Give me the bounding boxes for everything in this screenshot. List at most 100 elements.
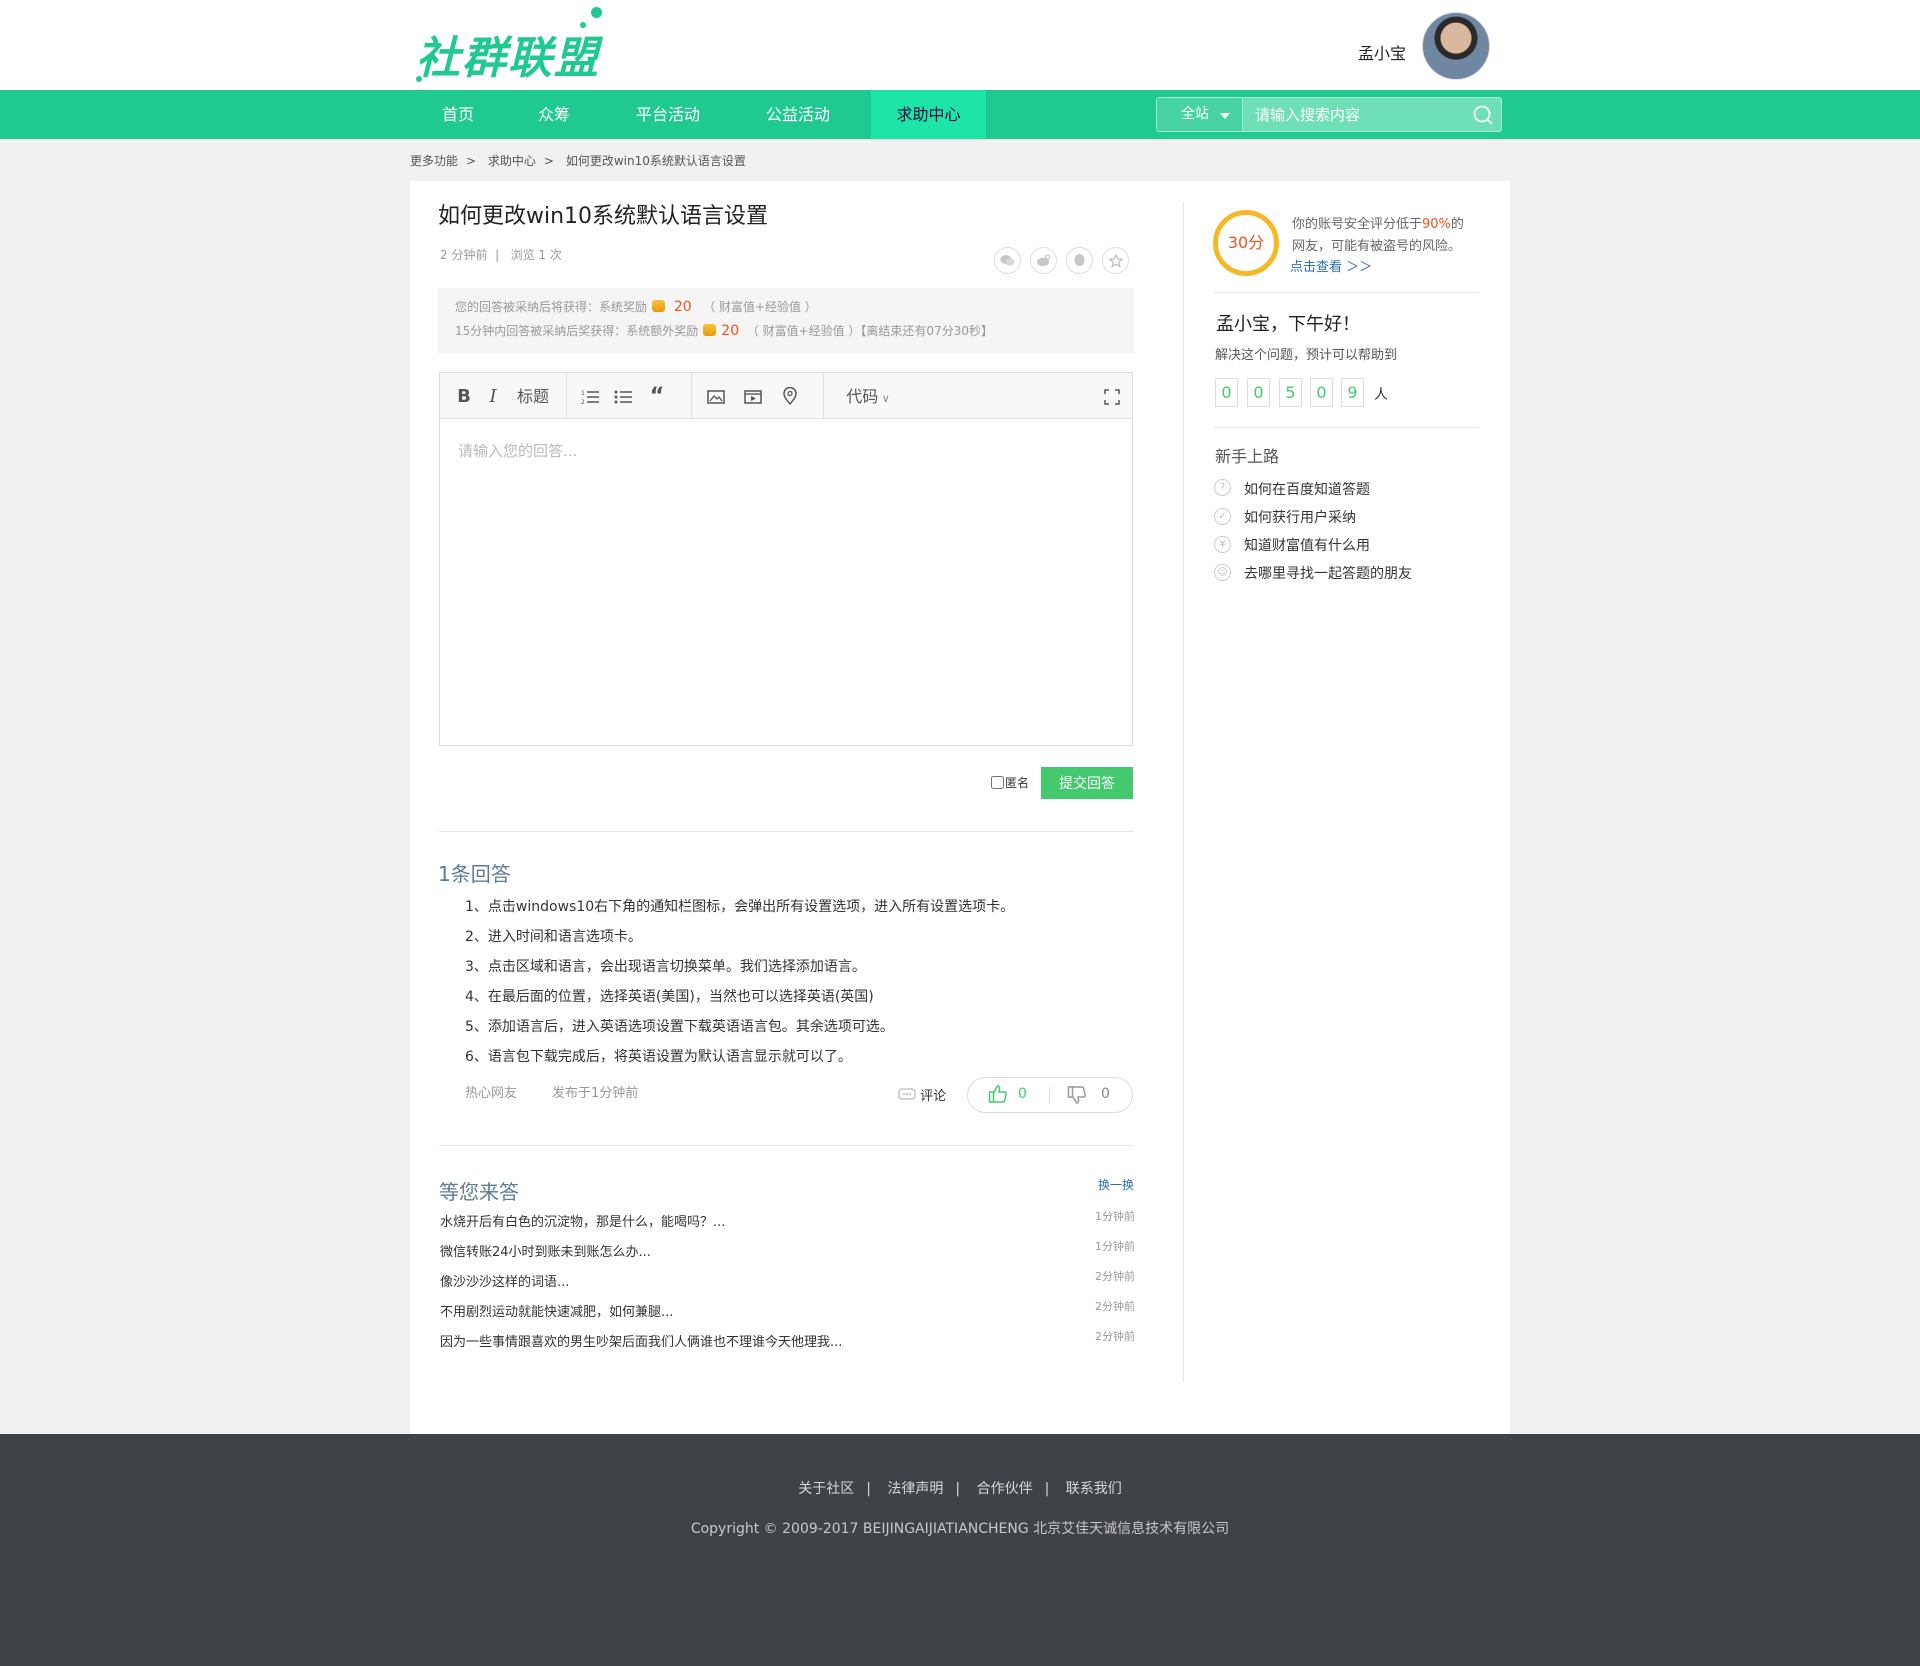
breadcrumb-item[interactable]: 更多功能 bbox=[410, 154, 458, 168]
answer-textarea[interactable] bbox=[441, 420, 1131, 744]
username[interactable]: 孟小宝 bbox=[1358, 40, 1406, 64]
dislike-count: 0 bbox=[1101, 1086, 1110, 1102]
refresh-link[interactable]: 换一换 bbox=[1098, 1176, 1134, 1193]
divider bbox=[439, 1145, 1134, 1146]
answer-step: 6、语言包下载完成后，将英语设置为默认语言显示就可以了。 bbox=[465, 1049, 852, 1065]
copyright: Copyright © 2009-2017 BEIJINGAIJIATIANCH… bbox=[690, 1521, 1230, 1537]
submit-answer-button[interactable]: 提交回答 bbox=[1041, 767, 1133, 799]
guide-link[interactable]: 知道财富值有什么用 bbox=[1244, 535, 1370, 555]
search-scope-select[interactable]: 全站 bbox=[1157, 98, 1243, 131]
toolbar-divider bbox=[823, 373, 824, 419]
nav-home[interactable]: 首页 bbox=[420, 90, 496, 139]
reward-suffix: （ 财富值+经验值 ） bbox=[703, 300, 817, 314]
waiting-question[interactable]: 水烧开后有白色的沉淀物，那是什么，能喝吗？... bbox=[440, 1211, 725, 1230]
security-warning: 你的账号安全评分低于90%的 bbox=[1292, 213, 1464, 232]
check-icon: ✓ bbox=[1214, 508, 1231, 525]
nav-crowdfunding[interactable]: 众筹 bbox=[516, 90, 592, 139]
like-count: 0 bbox=[1018, 1086, 1027, 1102]
anonymous-toggle[interactable]: 匿名 bbox=[991, 774, 1029, 791]
footer-link[interactable]: 关于社区 bbox=[798, 1481, 854, 1497]
fullscreen-icon[interactable] bbox=[1101, 376, 1123, 418]
ordered-list-icon[interactable]: 12 bbox=[578, 376, 602, 418]
vote-divider bbox=[1049, 1087, 1050, 1103]
svg-text:2: 2 bbox=[581, 399, 585, 405]
security-text: 的 bbox=[1450, 217, 1464, 232]
footer-link[interactable]: 法律声明 bbox=[887, 1481, 943, 1497]
nav-charity-activities[interactable]: 公益活动 bbox=[748, 90, 848, 139]
separator: | bbox=[955, 1481, 961, 1497]
favorite-star-icon[interactable] bbox=[1102, 247, 1129, 274]
location-icon[interactable] bbox=[778, 376, 802, 418]
yen-icon: ¥ bbox=[1214, 536, 1231, 553]
nav-help-center[interactable]: 求助中心 bbox=[871, 90, 986, 139]
code-dropdown[interactable]: 代码 ∨ bbox=[838, 376, 898, 418]
thumbs-up-icon[interactable] bbox=[988, 1084, 1008, 1104]
waiting-time: 2分钟前 bbox=[1095, 1300, 1135, 1313]
footer-links: 关于社区 | 法律声明 | 合作伙伴 | 联系我们 bbox=[0, 1478, 1920, 1498]
guide-link[interactable]: 去哪里寻找一起答题的朋友 bbox=[1244, 563, 1412, 583]
breadcrumb-current: 如何更改win10系统默认语言设置 bbox=[565, 154, 746, 168]
image-icon[interactable] bbox=[704, 376, 728, 418]
waiting-question[interactable]: 不用剧烈运动就能快速减肥，如何兼腿... bbox=[440, 1301, 673, 1320]
waiting-question[interactable]: 因为一些事情跟喜欢的男生吵架后面我们人俩谁也不理谁今天他理我... bbox=[440, 1331, 842, 1350]
comment-icon bbox=[898, 1088, 916, 1100]
guide-title: 新手上路 bbox=[1215, 447, 1280, 466]
coin-icon bbox=[652, 300, 666, 312]
bold-button[interactable]: B bbox=[452, 376, 476, 418]
comment-label: 评论 bbox=[920, 1089, 947, 1104]
divider bbox=[1213, 292, 1479, 293]
answer-step: 1、点击windows10右下角的通知栏图标，会弹出所有设置选项，进入所有设置选… bbox=[465, 899, 1015, 915]
code-label: 代码 bbox=[846, 387, 879, 406]
answer-step: 2、进入时间和语言选项卡。 bbox=[465, 929, 642, 945]
search-input[interactable] bbox=[1244, 98, 1469, 131]
security-warning-2: 网友，可能有被盗号的风险。 bbox=[1292, 239, 1462, 254]
guide-link[interactable]: 如何在百度知道答题 bbox=[1244, 479, 1370, 499]
waiting-question[interactable]: 微信转账24小时到账未到账怎么办... bbox=[440, 1241, 651, 1260]
help-digit: 0 bbox=[1310, 378, 1333, 407]
divider bbox=[439, 831, 1134, 832]
quote-icon[interactable]: “ bbox=[645, 376, 669, 418]
help-digit: 9 bbox=[1341, 378, 1364, 407]
thumbs-down-icon[interactable] bbox=[1067, 1085, 1087, 1105]
footer bbox=[0, 1434, 1920, 1666]
waiting-time: 2分钟前 bbox=[1095, 1330, 1135, 1343]
breadcrumb: 更多功能 > 求助中心 > 如何更改win10系统默认语言设置 bbox=[410, 152, 754, 169]
answer-author[interactable]: 热心网友 bbox=[465, 1082, 517, 1101]
nav-platform-activities[interactable]: 平台活动 bbox=[618, 90, 718, 139]
qq-icon[interactable] bbox=[1066, 247, 1093, 274]
header bbox=[0, 0, 1920, 90]
guide-link[interactable]: 如何获行用户采纳 bbox=[1244, 507, 1356, 527]
weibo-icon[interactable] bbox=[1030, 247, 1057, 274]
breadcrumb-item[interactable]: 求助中心 bbox=[488, 154, 536, 168]
chevron-down-icon bbox=[1220, 113, 1230, 119]
anonymous-label: 匿名 bbox=[1005, 776, 1030, 790]
reward-text: 您的回答被采纳后将获得：系统奖励 bbox=[455, 300, 648, 314]
avatar[interactable] bbox=[1422, 12, 1490, 80]
search-icon[interactable] bbox=[1472, 104, 1494, 126]
anonymous-checkbox[interactable] bbox=[991, 776, 1004, 789]
toolbar-divider bbox=[691, 373, 692, 419]
help-digit: 0 bbox=[1215, 378, 1238, 407]
column-divider bbox=[1183, 202, 1184, 1382]
separator: | bbox=[1044, 1481, 1050, 1497]
video-icon[interactable] bbox=[741, 376, 765, 418]
heading-button[interactable]: 标题 bbox=[512, 376, 554, 418]
coin-icon bbox=[703, 324, 717, 336]
question-views: 浏览 1 次 bbox=[510, 248, 562, 262]
security-check-link[interactable]: 点击查看 ＞＞ bbox=[1290, 256, 1372, 275]
friends-icon: ☺ bbox=[1214, 564, 1231, 581]
answer-time: 发布于1分钟前 bbox=[552, 1086, 639, 1101]
comment-button[interactable]: 评论 bbox=[898, 1085, 946, 1104]
footer-link[interactable]: 合作伙伴 bbox=[977, 1481, 1033, 1497]
italic-button[interactable]: I bbox=[481, 376, 505, 418]
wechat-icon[interactable] bbox=[994, 247, 1021, 274]
toolbar-divider bbox=[566, 373, 567, 419]
question-time: 2 分钟前 bbox=[440, 248, 488, 262]
waiting-question[interactable]: 像沙沙沙这样的词语... bbox=[440, 1271, 569, 1290]
unordered-list-icon[interactable] bbox=[611, 376, 635, 418]
security-percent: 90% bbox=[1422, 217, 1451, 232]
answer-step: 3、点击区域和语言，会出现语言切换菜单。我们选择添加语言。 bbox=[465, 959, 866, 975]
greeting: 孟小宝，下午好！ bbox=[1216, 314, 1360, 335]
answer-step: 4、在最后面的位置，选择英语(美国)，当然也可以选择英语(英国) bbox=[465, 989, 874, 1005]
footer-link[interactable]: 联系我们 bbox=[1066, 1481, 1122, 1497]
